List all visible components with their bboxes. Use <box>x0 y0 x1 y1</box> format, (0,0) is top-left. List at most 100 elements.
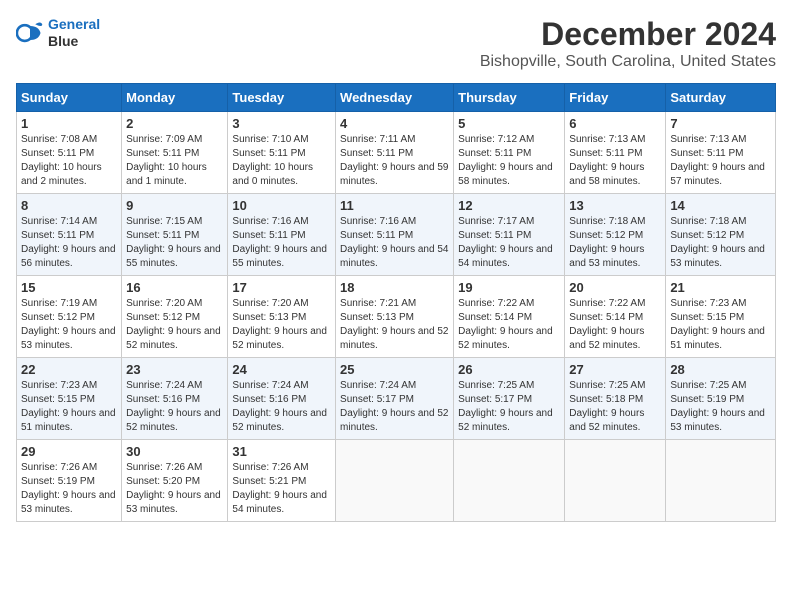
day-number: 13 <box>569 198 661 213</box>
day-info: Sunrise: 7:17 AMSunset: 5:11 PMDaylight:… <box>458 215 560 271</box>
calendar-cell <box>336 440 454 522</box>
calendar-cell: 15 Sunrise: 7:19 AMSunset: 5:12 PMDaylig… <box>17 276 122 358</box>
calendar-cell: 25 Sunrise: 7:24 AMSunset: 5:17 PMDaylig… <box>336 358 454 440</box>
day-info: Sunrise: 7:10 AMSunset: 5:11 PMDaylight:… <box>232 133 331 189</box>
calendar-cell: 7 Sunrise: 7:13 AMSunset: 5:11 PMDayligh… <box>666 112 776 194</box>
calendar-cell: 14 Sunrise: 7:18 AMSunset: 5:12 PMDaylig… <box>666 194 776 276</box>
calendar-cell: 2 Sunrise: 7:09 AMSunset: 5:11 PMDayligh… <box>122 112 228 194</box>
calendar-cell: 3 Sunrise: 7:10 AMSunset: 5:11 PMDayligh… <box>228 112 336 194</box>
day-number: 21 <box>670 280 771 295</box>
title-section: December 2024 Bishopville, South Carolin… <box>480 16 776 71</box>
day-number: 3 <box>232 116 331 131</box>
day-info: Sunrise: 7:25 AMSunset: 5:19 PMDaylight:… <box>670 379 771 435</box>
calendar-week-row: 29 Sunrise: 7:26 AMSunset: 5:19 PMDaylig… <box>17 440 776 522</box>
day-info: Sunrise: 7:18 AMSunset: 5:12 PMDaylight:… <box>569 215 661 271</box>
day-number: 11 <box>340 198 449 213</box>
day-info: Sunrise: 7:19 AMSunset: 5:12 PMDaylight:… <box>21 297 117 353</box>
day-number: 10 <box>232 198 331 213</box>
day-number: 5 <box>458 116 560 131</box>
day-info: Sunrise: 7:22 AMSunset: 5:14 PMDaylight:… <box>569 297 661 353</box>
calendar-cell: 29 Sunrise: 7:26 AMSunset: 5:19 PMDaylig… <box>17 440 122 522</box>
logo-text: General Blue <box>48 16 100 50</box>
calendar-week-row: 15 Sunrise: 7:19 AMSunset: 5:12 PMDaylig… <box>17 276 776 358</box>
calendar-cell: 19 Sunrise: 7:22 AMSunset: 5:14 PMDaylig… <box>454 276 565 358</box>
day-info: Sunrise: 7:13 AMSunset: 5:11 PMDaylight:… <box>670 133 771 189</box>
day-info: Sunrise: 7:11 AMSunset: 5:11 PMDaylight:… <box>340 133 449 189</box>
day-number: 29 <box>21 444 117 459</box>
calendar-cell: 9 Sunrise: 7:15 AMSunset: 5:11 PMDayligh… <box>122 194 228 276</box>
calendar-week-row: 22 Sunrise: 7:23 AMSunset: 5:15 PMDaylig… <box>17 358 776 440</box>
day-number: 9 <box>126 198 223 213</box>
day-number: 2 <box>126 116 223 131</box>
day-info: Sunrise: 7:18 AMSunset: 5:12 PMDaylight:… <box>670 215 771 271</box>
weekday-header: Saturday <box>666 84 776 112</box>
header: General Blue December 2024 Bishopville, … <box>16 16 776 71</box>
day-info: Sunrise: 7:09 AMSunset: 5:11 PMDaylight:… <box>126 133 223 189</box>
day-info: Sunrise: 7:24 AMSunset: 5:16 PMDaylight:… <box>232 379 331 435</box>
calendar-cell: 13 Sunrise: 7:18 AMSunset: 5:12 PMDaylig… <box>565 194 666 276</box>
weekday-header-row: SundayMondayTuesdayWednesdayThursdayFrid… <box>17 84 776 112</box>
weekday-header: Sunday <box>17 84 122 112</box>
calendar-cell: 12 Sunrise: 7:17 AMSunset: 5:11 PMDaylig… <box>454 194 565 276</box>
calendar-cell: 26 Sunrise: 7:25 AMSunset: 5:17 PMDaylig… <box>454 358 565 440</box>
logo: General Blue <box>16 16 100 50</box>
calendar-cell: 20 Sunrise: 7:22 AMSunset: 5:14 PMDaylig… <box>565 276 666 358</box>
calendar-cell: 27 Sunrise: 7:25 AMSunset: 5:18 PMDaylig… <box>565 358 666 440</box>
day-number: 8 <box>21 198 117 213</box>
calendar-cell: 21 Sunrise: 7:23 AMSunset: 5:15 PMDaylig… <box>666 276 776 358</box>
day-number: 15 <box>21 280 117 295</box>
calendar-cell: 5 Sunrise: 7:12 AMSunset: 5:11 PMDayligh… <box>454 112 565 194</box>
calendar-cell: 4 Sunrise: 7:11 AMSunset: 5:11 PMDayligh… <box>336 112 454 194</box>
calendar-cell: 11 Sunrise: 7:16 AMSunset: 5:11 PMDaylig… <box>336 194 454 276</box>
day-info: Sunrise: 7:16 AMSunset: 5:11 PMDaylight:… <box>340 215 449 271</box>
calendar-cell <box>666 440 776 522</box>
day-number: 26 <box>458 362 560 377</box>
day-number: 20 <box>569 280 661 295</box>
weekday-header: Friday <box>565 84 666 112</box>
day-info: Sunrise: 7:24 AMSunset: 5:17 PMDaylight:… <box>340 379 449 435</box>
calendar-cell: 6 Sunrise: 7:13 AMSunset: 5:11 PMDayligh… <box>565 112 666 194</box>
day-number: 30 <box>126 444 223 459</box>
calendar-cell: 8 Sunrise: 7:14 AMSunset: 5:11 PMDayligh… <box>17 194 122 276</box>
day-info: Sunrise: 7:24 AMSunset: 5:16 PMDaylight:… <box>126 379 223 435</box>
day-info: Sunrise: 7:20 AMSunset: 5:12 PMDaylight:… <box>126 297 223 353</box>
weekday-header: Monday <box>122 84 228 112</box>
day-info: Sunrise: 7:23 AMSunset: 5:15 PMDaylight:… <box>21 379 117 435</box>
calendar-cell: 31 Sunrise: 7:26 AMSunset: 5:21 PMDaylig… <box>228 440 336 522</box>
calendar-table: SundayMondayTuesdayWednesdayThursdayFrid… <box>16 83 776 522</box>
day-info: Sunrise: 7:16 AMSunset: 5:11 PMDaylight:… <box>232 215 331 271</box>
day-info: Sunrise: 7:26 AMSunset: 5:20 PMDaylight:… <box>126 461 223 517</box>
calendar-cell: 1 Sunrise: 7:08 AMSunset: 5:11 PMDayligh… <box>17 112 122 194</box>
day-info: Sunrise: 7:13 AMSunset: 5:11 PMDaylight:… <box>569 133 661 189</box>
calendar-week-row: 1 Sunrise: 7:08 AMSunset: 5:11 PMDayligh… <box>17 112 776 194</box>
day-info: Sunrise: 7:26 AMSunset: 5:19 PMDaylight:… <box>21 461 117 517</box>
day-number: 22 <box>21 362 117 377</box>
day-info: Sunrise: 7:25 AMSunset: 5:17 PMDaylight:… <box>458 379 560 435</box>
day-info: Sunrise: 7:12 AMSunset: 5:11 PMDaylight:… <box>458 133 560 189</box>
calendar-cell: 28 Sunrise: 7:25 AMSunset: 5:19 PMDaylig… <box>666 358 776 440</box>
location-title: Bishopville, South Carolina, United Stat… <box>480 53 776 71</box>
day-number: 16 <box>126 280 223 295</box>
calendar-cell <box>454 440 565 522</box>
day-info: Sunrise: 7:08 AMSunset: 5:11 PMDaylight:… <box>21 133 117 189</box>
calendar-cell: 16 Sunrise: 7:20 AMSunset: 5:12 PMDaylig… <box>122 276 228 358</box>
calendar-cell: 22 Sunrise: 7:23 AMSunset: 5:15 PMDaylig… <box>17 358 122 440</box>
month-title: December 2024 <box>480 16 776 53</box>
calendar-cell: 17 Sunrise: 7:20 AMSunset: 5:13 PMDaylig… <box>228 276 336 358</box>
day-info: Sunrise: 7:23 AMSunset: 5:15 PMDaylight:… <box>670 297 771 353</box>
day-number: 4 <box>340 116 449 131</box>
day-number: 18 <box>340 280 449 295</box>
day-number: 1 <box>21 116 117 131</box>
calendar-cell: 23 Sunrise: 7:24 AMSunset: 5:16 PMDaylig… <box>122 358 228 440</box>
day-number: 12 <box>458 198 560 213</box>
calendar-cell: 24 Sunrise: 7:24 AMSunset: 5:16 PMDaylig… <box>228 358 336 440</box>
weekday-header: Tuesday <box>228 84 336 112</box>
day-number: 7 <box>670 116 771 131</box>
day-info: Sunrise: 7:20 AMSunset: 5:13 PMDaylight:… <box>232 297 331 353</box>
calendar-cell: 10 Sunrise: 7:16 AMSunset: 5:11 PMDaylig… <box>228 194 336 276</box>
day-info: Sunrise: 7:26 AMSunset: 5:21 PMDaylight:… <box>232 461 331 517</box>
day-number: 25 <box>340 362 449 377</box>
day-info: Sunrise: 7:14 AMSunset: 5:11 PMDaylight:… <box>21 215 117 271</box>
weekday-header: Wednesday <box>336 84 454 112</box>
weekday-header: Thursday <box>454 84 565 112</box>
